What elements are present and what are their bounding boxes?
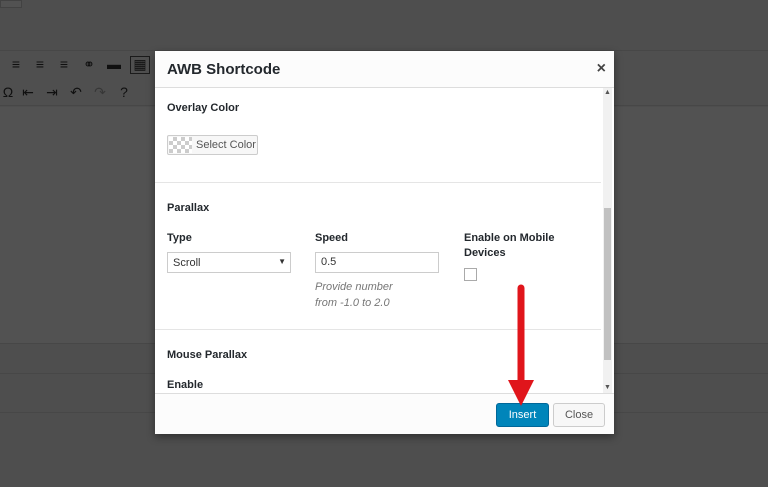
scrollbar-thumb[interactable]	[604, 208, 611, 360]
modal-footer: Insert Close	[155, 393, 614, 434]
enable-label: Enable	[167, 379, 204, 391]
speed-hint-line2: from -1.0 to 2.0	[315, 297, 390, 309]
overlay-color-title: Overlay Color	[167, 102, 240, 114]
select-color-button[interactable]: Select Color	[167, 135, 258, 155]
parallax-type-select[interactable]: Scroll ▼	[167, 252, 291, 273]
modal-header: AWB Shortcode ×	[155, 51, 614, 88]
enable-mobile-checkbox[interactable]	[464, 268, 477, 281]
speed-hint: Provide number from -1.0 to 2.0	[315, 279, 393, 311]
scroll-up-icon[interactable]: ▲	[603, 89, 612, 97]
close-button[interactable]: Close	[553, 403, 605, 427]
type-label: Type	[167, 232, 192, 244]
mobile-devices-label: Enable on Mobile Devices	[464, 231, 554, 261]
mouse-parallax-title: Mouse Parallax	[167, 349, 248, 361]
chevron-down-icon: ▼	[278, 257, 286, 266]
color-swatch-icon	[169, 137, 192, 153]
mobile-label-line1: Enable on Mobile	[464, 232, 555, 244]
section-divider	[155, 182, 601, 183]
speed-hint-line1: Provide number	[315, 281, 393, 293]
parallax-type-value: Scroll	[173, 257, 201, 269]
mobile-label-line2: Devices	[464, 247, 506, 259]
annotation-arrow-icon	[508, 284, 534, 406]
speed-label: Speed	[315, 232, 349, 244]
awb-shortcode-modal: AWB Shortcode × Overlay Color Select Col…	[155, 51, 614, 434]
speed-input[interactable]: 0.5	[315, 252, 439, 273]
parallax-title: Parallax	[167, 202, 210, 214]
scroll-down-icon[interactable]: ▼	[603, 384, 612, 392]
modal-title: AWB Shortcode	[167, 61, 281, 78]
close-icon[interactable]: ×	[597, 60, 606, 78]
select-color-label: Select Color	[196, 139, 256, 151]
modal-body: Overlay Color Select Color Parallax Type…	[155, 88, 614, 393]
